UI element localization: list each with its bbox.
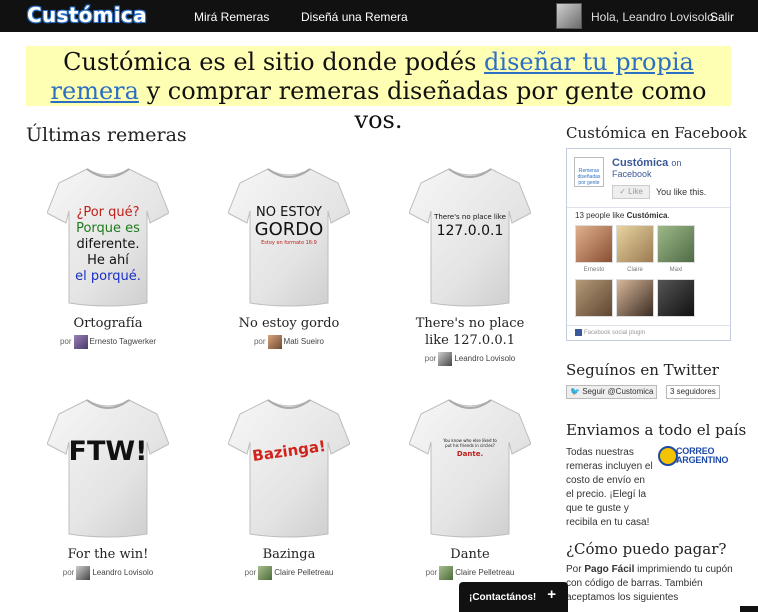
facebook-fan-avatar[interactable] — [616, 225, 654, 263]
user-avatar[interactable] — [556, 3, 582, 29]
facebook-fan-name: Claire — [627, 267, 643, 273]
shirt-title[interactable]: Ortografía — [43, 315, 173, 332]
facebook-fan-avatar[interactable] — [575, 279, 613, 317]
shirt-card[interactable]: You know who else liked to put his frien… — [405, 396, 535, 581]
logout-link[interactable]: Salir — [710, 10, 734, 24]
shipping-description: Todas nuestras remeras incluyen el costo… — [566, 447, 653, 528]
shirt-card[interactable]: FTW! For the win! por Leandro Lovisolo — [43, 396, 173, 581]
shirt-author[interactable]: por Leandro Lovisolo — [405, 351, 535, 367]
site-logo[interactable]: Custómica — [27, 3, 147, 27]
shirt-print: NO ESTOY GORDO Estoy en formato 16:9 — [254, 205, 324, 246]
twitter-follower-count: 3 seguidores — [666, 385, 720, 399]
shirt-print: ¿Por qué? Porque es diferente. He ahí el… — [75, 205, 141, 284]
shirt-title[interactable]: Bazinga — [224, 546, 354, 563]
facebook-fan-avatar[interactable] — [575, 225, 613, 263]
shirt-image[interactable]: Bazinga! — [228, 396, 350, 538]
shirt-author[interactable]: por Leandro Lovisolo — [43, 565, 173, 581]
facebook-like-button[interactable]: ✓ Like — [612, 185, 650, 199]
facebook-like-count: 13 people like Custómica. — [575, 211, 670, 220]
shirt-title[interactable]: There's no place like 127.0.0.1 — [405, 315, 535, 349]
latest-shirts-title: Últimas remeras — [26, 124, 187, 146]
shirt-title[interactable]: For the win! — [43, 546, 173, 563]
facebook-sub-label[interactable]: Facebook — [612, 169, 652, 179]
shirt-card[interactable]: Bazinga! Bazinga por Claire Pelletreau — [224, 396, 354, 581]
shirt-author[interactable]: por Claire Pelletreau — [224, 565, 354, 581]
payment-description: Por Pago Fácil imprimiendo tu cupón con … — [566, 564, 733, 603]
shirt-title[interactable]: Dante — [405, 546, 535, 563]
twitter-follow-button[interactable]: 🐦 Seguir @Customica — [566, 385, 658, 399]
facebook-section-title: Custómica en Facebook — [566, 124, 747, 142]
footer-edge — [740, 606, 758, 612]
nav-link-design-shirt[interactable]: Diseñá una Remera — [301, 10, 408, 24]
facebook-page-logo[interactable]: Remeras diseñadas por gente — [574, 157, 604, 187]
facebook-fan-avatar[interactable] — [616, 279, 654, 317]
shirt-image[interactable]: FTW! — [47, 396, 169, 538]
facebook-like-box: Remeras diseñadas por gente Custómica on… — [566, 148, 731, 341]
shirt-image[interactable]: There's no place like 127.0.0.1 — [409, 165, 531, 307]
author-avatar — [76, 565, 91, 580]
shirt-print: You know who else liked to put his frien… — [443, 438, 497, 458]
payment-section-title: ¿Cómo puedo pagar? — [566, 540, 727, 558]
author-avatar — [73, 334, 88, 349]
facebook-fan-name: Maxi — [669, 267, 683, 273]
shirt-title[interactable]: No estoy gordo — [224, 315, 354, 332]
shirt-image[interactable]: ¿Por qué? Porque es diferente. He ahí el… — [47, 165, 169, 307]
hero-banner: Custómica es el sitio donde podés diseña… — [26, 46, 731, 134]
contact-tab[interactable]: ¡Contactános! + — [459, 582, 568, 612]
shirt-print: There's no place like 127.0.0.1 — [434, 213, 506, 239]
shipping-section-title: Enviamos a todo el país — [566, 421, 747, 439]
author-avatar — [438, 351, 453, 366]
shirt-card[interactable]: ¿Por qué? Porque es diferente. He ahí el… — [43, 165, 173, 350]
hero-text-start: Custómica es el sitio donde podés — [63, 48, 485, 76]
facebook-fan-avatar[interactable] — [657, 279, 695, 317]
author-avatar — [267, 334, 282, 349]
shirt-card[interactable]: NO ESTOY GORDO Estoy en formato 16:9 No … — [224, 165, 354, 350]
shirt-image[interactable]: NO ESTOY GORDO Estoy en formato 16:9 — [228, 165, 350, 307]
facebook-fan-avatar[interactable] — [657, 225, 695, 263]
divider — [567, 207, 730, 208]
author-avatar — [258, 565, 273, 580]
facebook-page-name[interactable]: Custómica on — [612, 157, 681, 169]
facebook-social-plugin-label[interactable]: Facebook social plugin — [567, 325, 730, 336]
nav-link-browse-shirts[interactable]: Mirá Remeras — [194, 10, 269, 24]
shirt-print: FTW! — [68, 436, 148, 467]
facebook-icon — [575, 329, 582, 336]
twitter-bird-icon: 🐦 — [570, 387, 580, 396]
user-greeting: Hola, Leandro Lovisolo — [591, 10, 714, 24]
author-avatar — [439, 565, 454, 580]
plus-icon: + — [547, 586, 556, 603]
shirt-image[interactable]: You know who else liked to put his frien… — [409, 396, 531, 538]
twitter-section-title: Seguínos en Twitter — [566, 361, 719, 379]
shirt-author[interactable]: por Claire Pelletreau — [405, 565, 535, 581]
top-navigation-bar: Custómica Mirá Remeras Diseñá una Remera… — [0, 0, 758, 32]
facebook-you-like-text: You like this. — [656, 187, 707, 197]
facebook-fan-name: Ernesto — [583, 267, 605, 273]
shirt-card[interactable]: There's no place like 127.0.0.1 There's … — [405, 165, 535, 367]
shirt-author[interactable]: por Mati Sueiro — [224, 334, 354, 350]
shirt-author[interactable]: por Ernesto Tagwerker — [43, 334, 173, 350]
